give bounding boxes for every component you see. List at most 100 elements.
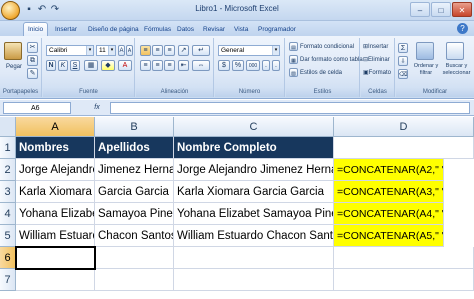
shrink-font-icon[interactable]: A: [126, 45, 133, 56]
orientation-icon[interactable]: ↗: [178, 45, 189, 56]
cell-c1[interactable]: Nombre Completo: [174, 137, 334, 159]
find-select-button[interactable]: Buscar y seleccionar: [440, 63, 473, 77]
cell-d7[interactable]: [334, 269, 474, 291]
column-header-c[interactable]: C: [174, 117, 334, 137]
cell-styles-button[interactable]: Estilos de celda: [300, 69, 342, 77]
paste-button[interactable]: Pegar: [6, 63, 22, 71]
cell-b3[interactable]: Garcia Garcia: [95, 181, 174, 203]
copy-icon[interactable]: ⧉: [27, 55, 38, 66]
insert-cells-label: Insertar: [368, 44, 389, 50]
align-right-icon[interactable]: ≡: [164, 60, 175, 71]
cell-d5[interactable]: =CONCATENAR(A5," ",B5): [334, 225, 444, 247]
percent-button[interactable]: %: [232, 60, 244, 71]
paste-icon[interactable]: [4, 42, 22, 60]
decrease-decimal-icon[interactable]: .: [272, 60, 280, 71]
cell-b2[interactable]: Jimenez Hernandez: [95, 159, 174, 181]
format-cells-button[interactable]: ▣Formato: [363, 69, 391, 77]
minimize-button[interactable]: –: [410, 2, 430, 17]
format-as-table-button[interactable]: Dar formato como tabla: [300, 56, 363, 64]
row-header-2[interactable]: 2: [0, 159, 16, 181]
delete-cells-button[interactable]: ⊟Eliminar: [363, 56, 390, 64]
row-header-7[interactable]: 7: [0, 269, 16, 291]
close-button[interactable]: ✕: [452, 2, 472, 17]
align-top-icon[interactable]: ≡: [140, 45, 151, 56]
cell-a2[interactable]: Jorge Alejandro: [16, 159, 95, 181]
cell-c3[interactable]: Karla Xiomara Garcia Garcia: [174, 181, 334, 203]
cell-a7[interactable]: [16, 269, 95, 291]
italic-button[interactable]: K: [58, 60, 68, 71]
currency-button[interactable]: $: [218, 60, 230, 71]
format-painter-icon[interactable]: ✎: [27, 68, 38, 79]
conditional-format-button[interactable]: Formato condicional: [300, 43, 354, 51]
increase-decimal-icon[interactable]: .: [262, 60, 270, 71]
cell-b6[interactable]: [95, 247, 174, 269]
tab-revisar[interactable]: Revisar: [203, 23, 225, 36]
cell-c4[interactable]: Yohana Elizabet Samayoa Pineda: [174, 203, 334, 225]
maximize-button[interactable]: □: [431, 2, 451, 17]
tab-vista[interactable]: Vista: [234, 23, 248, 36]
cut-icon[interactable]: ✂: [27, 42, 38, 53]
column-header-a[interactable]: A: [16, 117, 95, 137]
fill-icon[interactable]: ⇩: [398, 56, 408, 66]
row-header-6[interactable]: 6: [0, 247, 16, 269]
window-title: Libro1 - Microsoft Excel: [195, 4, 279, 13]
select-all-corner[interactable]: [0, 117, 16, 137]
cell-b4[interactable]: Samayoa Pineda: [95, 203, 174, 225]
help-icon[interactable]: ?: [457, 23, 468, 34]
name-box[interactable]: A6: [3, 102, 71, 114]
sort-filter-icon[interactable]: [416, 42, 434, 60]
cell-b5[interactable]: Chacon Santos: [95, 225, 174, 247]
font-color-icon[interactable]: A: [118, 60, 132, 71]
cell-d4[interactable]: =CONCATENAR(A4," ",B4): [334, 203, 444, 225]
formula-input[interactable]: [110, 102, 470, 114]
tab-datos[interactable]: Datos: [177, 23, 194, 36]
cell-c5[interactable]: William Estuardo Chacon Santos: [174, 225, 334, 247]
cell-c2[interactable]: Jorge Alejandro Jimenez Hernandez: [174, 159, 334, 181]
cell-d3[interactable]: =CONCATENAR(A3," ",B3): [334, 181, 444, 203]
align-middle-icon[interactable]: ≡: [152, 45, 163, 56]
insert-function-icon[interactable]: fx: [88, 102, 106, 114]
cell-a1[interactable]: Nombres: [16, 137, 95, 159]
cell-c7[interactable]: [174, 269, 334, 291]
thousands-button[interactable]: 000: [246, 60, 260, 71]
row-header-4[interactable]: 4: [0, 203, 16, 225]
align-bottom-icon[interactable]: ≡: [164, 45, 175, 56]
autosum-icon[interactable]: Σ: [398, 43, 408, 53]
cell-c6[interactable]: [174, 247, 334, 269]
cell-a3[interactable]: Karla Xiomara: [16, 181, 95, 203]
tab-insertar[interactable]: Insertar: [55, 23, 77, 36]
row-header-1[interactable]: 1: [0, 137, 16, 159]
cell-d1[interactable]: [334, 137, 474, 159]
underline-button[interactable]: S: [70, 60, 80, 71]
font-size-select[interactable]: 11 ▾: [96, 45, 116, 56]
tab-formulas[interactable]: Fórmulas: [144, 23, 171, 36]
cell-d6[interactable]: [334, 247, 474, 269]
font-name-select[interactable]: Calibri ▾: [46, 45, 94, 56]
merge-center-icon[interactable]: ⇔: [192, 60, 210, 71]
align-left-icon[interactable]: ≡: [140, 60, 151, 71]
align-center-icon[interactable]: ≡: [152, 60, 163, 71]
clear-icon[interactable]: ⌫: [398, 69, 408, 79]
fill-color-icon[interactable]: ◆: [101, 60, 115, 71]
grow-font-icon[interactable]: A: [118, 45, 125, 56]
find-select-icon[interactable]: [446, 42, 464, 60]
decrease-indent-icon[interactable]: ⇤: [178, 60, 189, 71]
cell-a4[interactable]: Yohana Elizabet: [16, 203, 95, 225]
insert-cells-button[interactable]: ⊞Insertar: [363, 43, 388, 51]
cell-a5[interactable]: William Estuardo: [16, 225, 95, 247]
sort-filter-button[interactable]: Ordenar y filtrar: [411, 63, 441, 77]
number-format-select[interactable]: General ▾: [218, 45, 280, 56]
row-header-3[interactable]: 3: [0, 181, 16, 203]
cell-d2[interactable]: =CONCATENAR(A2," ",B2): [334, 159, 444, 181]
cell-b1[interactable]: Apellidos: [95, 137, 174, 159]
tab-inicio[interactable]: Inicio: [23, 22, 49, 36]
column-header-d[interactable]: D: [334, 117, 474, 137]
column-header-b[interactable]: B: [95, 117, 174, 137]
tab-programador[interactable]: Programador: [258, 23, 296, 36]
cell-b7[interactable]: [95, 269, 174, 291]
tab-diseno-pagina[interactable]: Diseño de página: [88, 23, 139, 36]
row-header-5[interactable]: 5: [0, 225, 16, 247]
wrap-text-icon[interactable]: ↵: [192, 45, 210, 56]
borders-icon[interactable]: ▦: [84, 60, 98, 71]
bold-button[interactable]: N: [46, 60, 56, 71]
